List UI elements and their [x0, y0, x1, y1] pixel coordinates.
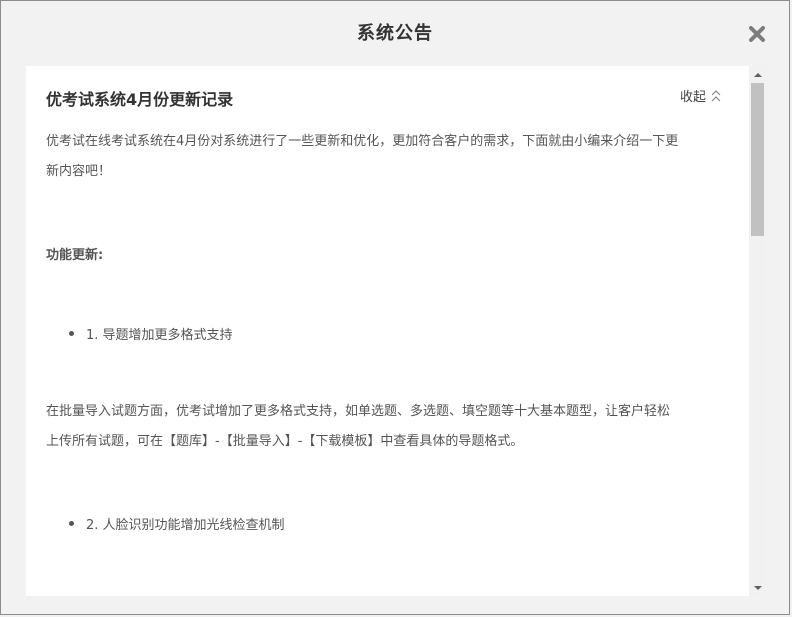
scroll-up-button[interactable] — [749, 66, 766, 83]
list-item: 1. 导题增加更多格式支持 — [69, 324, 233, 343]
scroll-down-arrow-icon — [753, 585, 762, 590]
vertical-scrollbar[interactable] — [749, 66, 766, 596]
scroll-up-arrow-icon — [753, 72, 762, 77]
dialog-title: 系统公告 — [357, 23, 433, 44]
collapse-toggle[interactable]: 收起 — [680, 86, 722, 105]
bullet-dot — [69, 331, 74, 336]
announcement-content: 优考试系统4月份更新记录 收起 优考试在线考试系统在4月份对系统进行了一些更新和… — [26, 66, 749, 596]
list-item-label: 2. 人脸识别功能增加光线检查机制 — [86, 518, 285, 533]
list-item-label: 1. 导题增加更多格式支持 — [86, 328, 233, 343]
intro-line-2: 新内容吧！ — [46, 164, 112, 179]
collapse-label: 收起 — [680, 90, 707, 105]
bullet-dot — [69, 521, 74, 526]
section-title: 功能更新: — [46, 248, 104, 263]
intro-line-1: 优考试在线考试系统在4月份对系统进行了一些更新和优化，更加符合客户的需求，下面就… — [46, 134, 679, 149]
list-item: 2. 人脸识别功能增加光线检查机制 — [69, 514, 285, 533]
item-description: 在批量导入试题方面，优考试增加了更多格式支持，如单选题、多选题、填空题等十大基本… — [46, 397, 731, 457]
article-title: 优考试系统4月份更新记录 — [46, 90, 234, 109]
scroll-thumb[interactable] — [751, 83, 764, 236]
close-icon — [749, 26, 765, 42]
scroll-down-button[interactable] — [749, 579, 766, 596]
item-description-line-2: 上传所有试题，可在【题库】-【批量导入】-【下载模板】中查看具体的导题格式。 — [46, 434, 524, 449]
chevron-up-double-icon — [711, 89, 721, 101]
close-button[interactable] — [746, 23, 768, 45]
intro-paragraph: 优考试在线考试系统在4月份对系统进行了一些更新和优化，更加符合客户的需求，下面就… — [46, 127, 731, 187]
announcement-dialog: 系统公告 优考试系统4月份更新记录 收起 优考试在线考试系统在4月份对系统进行了… — [0, 0, 790, 615]
item-description-line-1: 在批量导入试题方面，优考试增加了更多格式支持，如单选题、多选题、填空题等十大基本… — [46, 404, 671, 419]
